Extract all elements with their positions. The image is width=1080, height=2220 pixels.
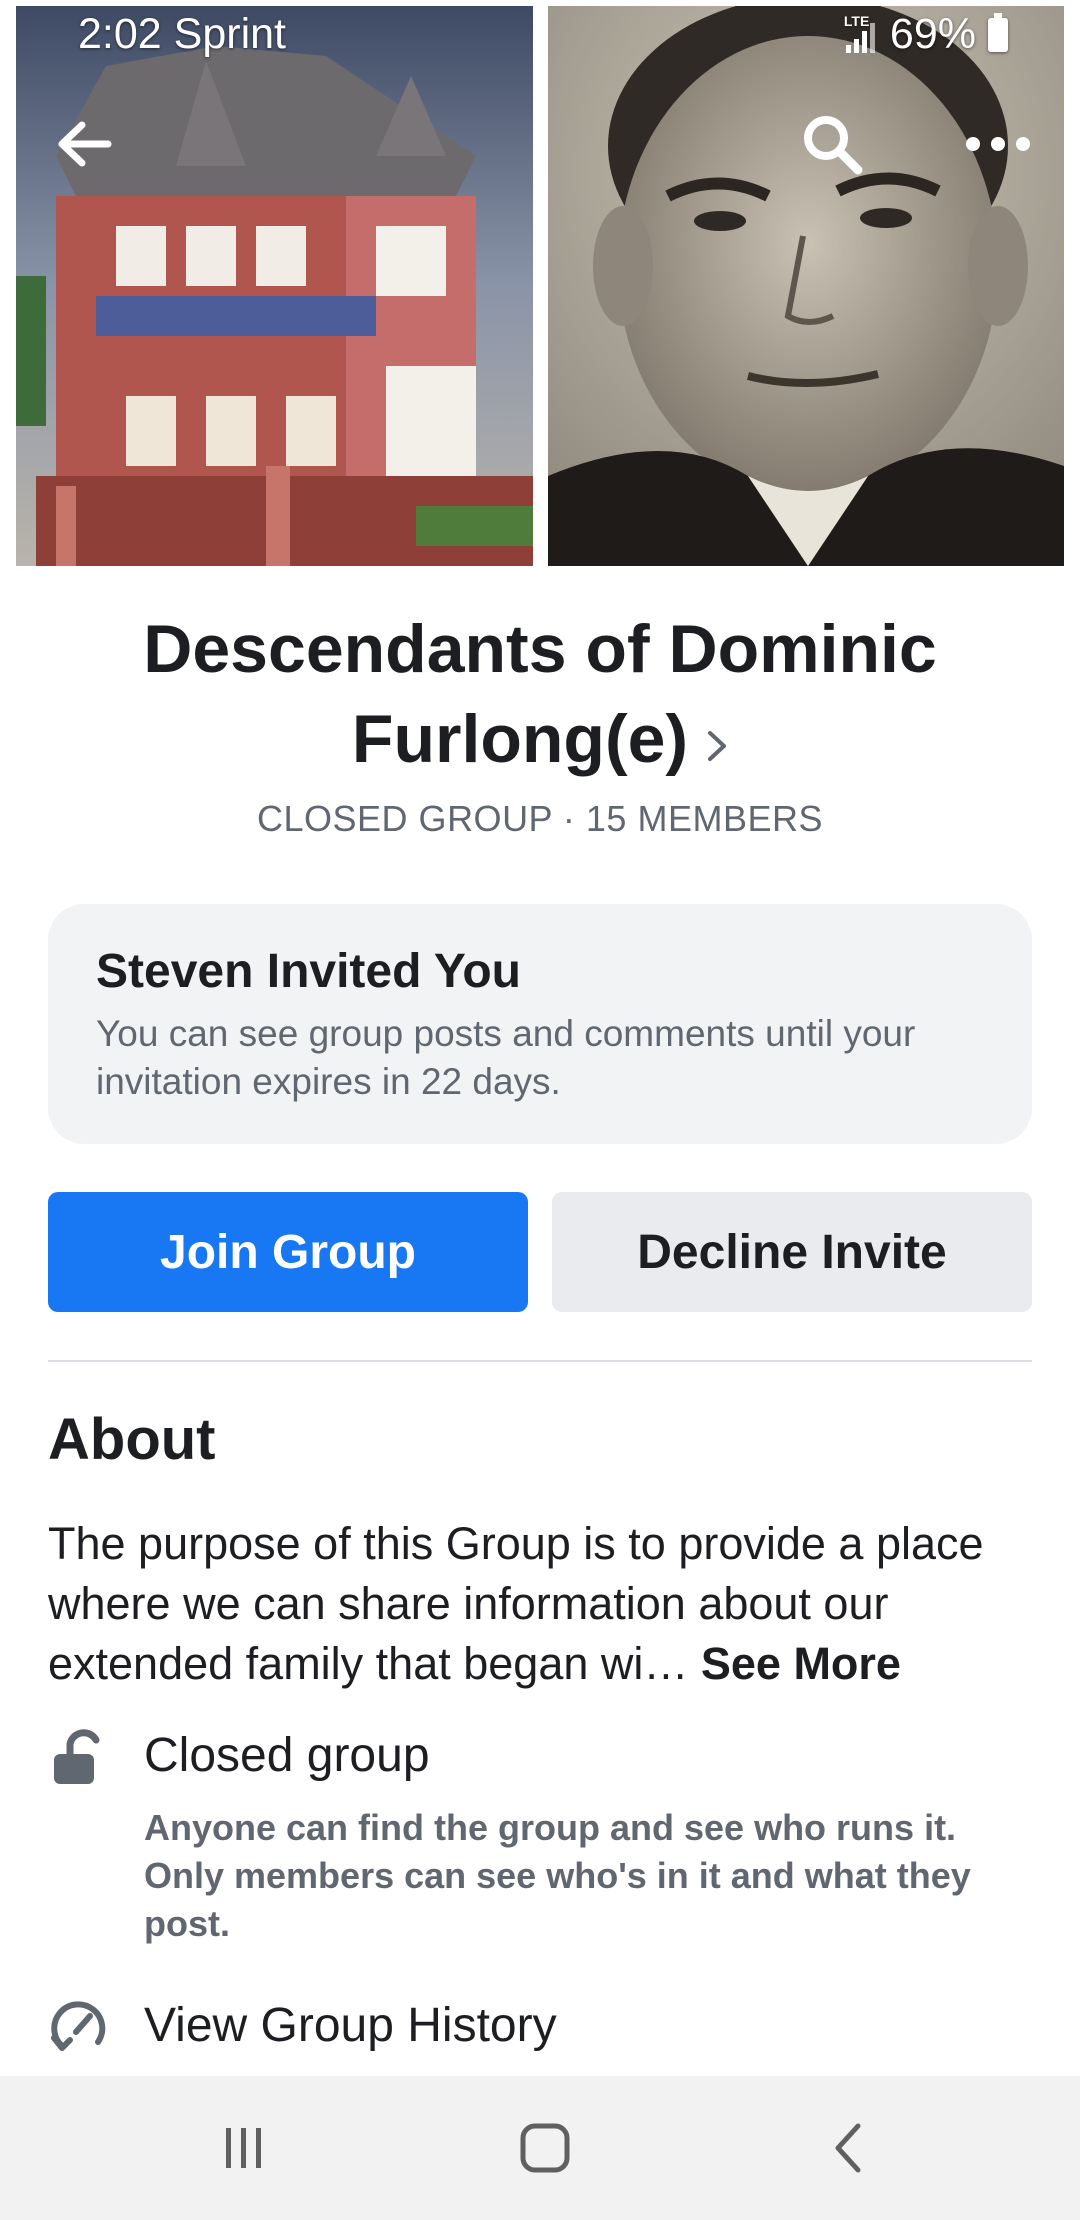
battery-icon [988, 12, 1008, 52]
invite-description: You can see group posts and comments unt… [96, 1013, 916, 1102]
system-navigation-bar [0, 2076, 1080, 2220]
home-button[interactable] [505, 2108, 585, 2188]
history-icon [48, 1996, 110, 2058]
status-time-carrier: 2:02 Sprint [78, 10, 286, 59]
chevron-right-icon [706, 695, 728, 785]
decline-invite-button[interactable]: Decline Invite [552, 1192, 1032, 1312]
search-icon [804, 116, 863, 175]
invite-title: Steven Invited You [96, 945, 521, 998]
about-heading: About [48, 1407, 216, 1472]
battery-percent: 69% [889, 10, 976, 58]
network-type: LTE [843, 12, 870, 29]
system-back-button[interactable] [808, 2108, 888, 2188]
recent-apps-button[interactable] [204, 2108, 284, 2188]
back-button[interactable] [44, 104, 124, 184]
status-carrier: Sprint [173, 10, 286, 58]
group-title-link[interactable]: Descendants of Dominic Furlong(e) [60, 604, 1020, 785]
more-horizontal-icon [966, 137, 1030, 151]
group-privacy-members[interactable]: CLOSED GROUP · 15 MEMBERS [0, 798, 1080, 840]
privacy-title: Closed group [144, 1729, 430, 1782]
arrow-left-icon [58, 121, 112, 167]
see-more-link[interactable]: See More [701, 1638, 901, 1689]
view-group-history-label: View Group History [144, 1999, 557, 2052]
unlock-icon [48, 1726, 110, 1788]
status-bar: 2:02 Sprint LTE 69% [0, 0, 1080, 74]
status-indicators: LTE 69% [844, 10, 1008, 59]
cover-photo-portrait [548, 6, 1064, 566]
group-title: Descendants of Dominic Furlong(e) [143, 611, 937, 777]
recents-icon [226, 2128, 261, 2168]
signal-icon: LTE [843, 12, 878, 55]
divider [48, 1360, 1032, 1362]
more-options-button[interactable] [958, 104, 1038, 184]
home-icon [520, 2123, 570, 2173]
cover-photo-house [16, 6, 533, 566]
about-description: The purpose of this Group is to provide … [48, 1514, 1038, 1694]
search-button[interactable] [792, 104, 872, 184]
invite-card: Steven Invited You You can see group pos… [48, 904, 1032, 1144]
join-group-button[interactable]: Join Group [48, 1192, 528, 1312]
status-time: 2:02 [78, 10, 162, 58]
privacy-description: Anyone can find the group and see who ru… [144, 1807, 971, 1944]
chevron-left-icon [835, 2123, 861, 2173]
group-cover-photo[interactable] [0, 0, 1080, 566]
